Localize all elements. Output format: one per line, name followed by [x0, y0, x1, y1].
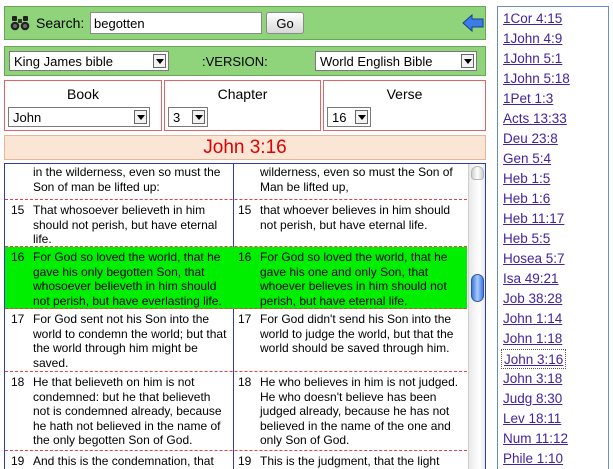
left-verse-number: 16: [11, 250, 25, 264]
right-verse-text: For God so loved the world, that he gave…: [260, 250, 448, 308]
verse-row: 19 And this is the condemnation, that 19…: [5, 451, 467, 469]
right-verse-number: 16: [238, 250, 252, 264]
verses-frame: in the wilderness, even so must the Son …: [4, 163, 486, 469]
chevron-down-icon: [153, 54, 166, 68]
cross-reference-link[interactable]: Isa 49:21: [501, 269, 561, 289]
search-label: Search:: [36, 15, 85, 31]
right-verse-text: that whoever believes in him should not …: [260, 203, 451, 232]
cross-reference-link[interactable]: Heb 1:6: [501, 189, 552, 209]
verse-label: Verse: [386, 86, 423, 102]
book-select[interactable]: John: [8, 107, 150, 127]
version-panel: King James bible :VERSION: World English…: [4, 46, 486, 76]
cross-reference-link[interactable]: Gen 5:4: [501, 149, 553, 169]
left-verse-text: And this is the condemnation, that: [33, 454, 214, 468]
chevron-down-icon: [355, 110, 368, 124]
left-verse-number: 19: [11, 454, 25, 468]
back-arrow-icon[interactable]: [462, 13, 484, 33]
chapter-box: Chapter 3: [164, 80, 321, 131]
left-version-value: King James bible: [14, 54, 113, 69]
book-box: Book John: [4, 80, 162, 131]
cross-reference-link[interactable]: Heb 11:17: [501, 209, 566, 229]
verse-row-highlighted: 16 For God so loved the world, that he g…: [5, 247, 467, 309]
right-verse-number: 15: [238, 203, 252, 217]
left-verse-number: 15: [11, 203, 25, 217]
left-verse-text: He that believeth on him is not condemne…: [33, 375, 222, 448]
right-verse-number: 18: [238, 375, 252, 389]
scroll-up-button[interactable]: [471, 166, 484, 180]
chapter-label: Chapter: [217, 86, 268, 102]
left-version-select[interactable]: King James bible: [9, 51, 169, 71]
cross-reference-link[interactable]: John 1:14: [501, 309, 564, 329]
cross-reference-link-current[interactable]: John 3:16: [501, 349, 567, 369]
verse-value: 16: [332, 110, 347, 125]
verse-row: 18 He that believeth on him is not conde…: [5, 372, 467, 451]
cross-reference-link[interactable]: 1Pet 1:3: [501, 89, 555, 109]
right-verse-text: For God didn't send his Son into the wor…: [260, 312, 454, 356]
cross-reference-link[interactable]: Hosea 5:7: [501, 249, 567, 269]
verse-box: Verse 16: [323, 80, 486, 131]
chevron-down-icon: [134, 110, 147, 124]
cross-reference-link[interactable]: Judg 8:30: [501, 389, 564, 409]
right-verse-text: He who believes in him is not judged. He…: [260, 375, 459, 448]
book-value: John: [13, 110, 42, 125]
scroll-thumb[interactable]: [471, 274, 484, 302]
cross-reference-list: 1Cor 4:15 1John 4:9 1John 5:1 1John 5:18…: [497, 6, 609, 469]
left-verse-number: 18: [11, 375, 25, 389]
cross-reference-link[interactable]: 1Cor 4:15: [501, 9, 564, 29]
cross-reference-link[interactable]: Lev 18:11: [501, 409, 563, 429]
cross-reference-link[interactable]: Acts 13:33: [501, 109, 569, 129]
cross-reference-link[interactable]: Job 38:28: [501, 289, 564, 309]
search-panel: Search: Go: [4, 6, 486, 40]
chevron-down-icon: [192, 110, 205, 124]
chapter-select[interactable]: 3: [168, 107, 208, 127]
cross-reference-link[interactable]: John 1:18: [501, 329, 564, 349]
cross-reference-link[interactable]: 1John 4:9: [501, 29, 564, 49]
cross-reference-link[interactable]: Heb 5:5: [501, 229, 552, 249]
verse-row: in the wilderness, even so must the Son …: [5, 164, 467, 200]
right-verse-number: 19: [238, 454, 252, 468]
left-verse-text: For God so loved the world, that he gave…: [33, 250, 222, 308]
binoculars-icon: [10, 15, 30, 31]
verse-select[interactable]: 16: [327, 107, 371, 127]
cross-reference-link[interactable]: John 3:18: [501, 369, 564, 389]
right-version-select[interactable]: World English Bible: [315, 51, 477, 71]
chapter-value: 3: [173, 110, 181, 125]
search-input[interactable]: [90, 12, 262, 34]
cross-reference-link[interactable]: Num 11:12: [501, 429, 570, 449]
right-verse-text: wilderness, even so must the Son of Man …: [260, 165, 453, 194]
book-label: Book: [67, 86, 99, 102]
right-version-value: World English Bible: [320, 54, 433, 69]
version-label: :VERSION:: [202, 54, 268, 69]
cross-reference-link[interactable]: Deu 23:8: [501, 129, 560, 149]
left-verse-number: 17: [11, 312, 25, 326]
left-verse-text: For God sent not his Son into the world …: [33, 312, 227, 370]
cross-reference-link[interactable]: 1John 5:1: [501, 49, 564, 69]
verse-row: 15 That whosoever believeth in him shoul…: [5, 200, 467, 247]
left-verse-text: in the wilderness, even so must the Son …: [33, 165, 221, 194]
cross-reference-link[interactable]: Heb 1:5: [501, 169, 552, 189]
verse-row: 17 For God sent not his Son into the wor…: [5, 309, 467, 372]
reference-title: John 3:16: [4, 135, 486, 160]
cross-reference-link[interactable]: 1John 5:18: [501, 69, 572, 89]
cross-reference-link[interactable]: Phile 1:10: [501, 449, 565, 469]
chevron-down-icon: [461, 54, 474, 68]
right-verse-text: This is the judgment, that the light: [260, 454, 440, 468]
left-verse-text: That whosoever believeth in him should n…: [33, 203, 218, 247]
go-button[interactable]: Go: [266, 12, 304, 34]
right-verse-number: 17: [238, 312, 252, 326]
verses-scrollbar[interactable]: [468, 164, 485, 469]
